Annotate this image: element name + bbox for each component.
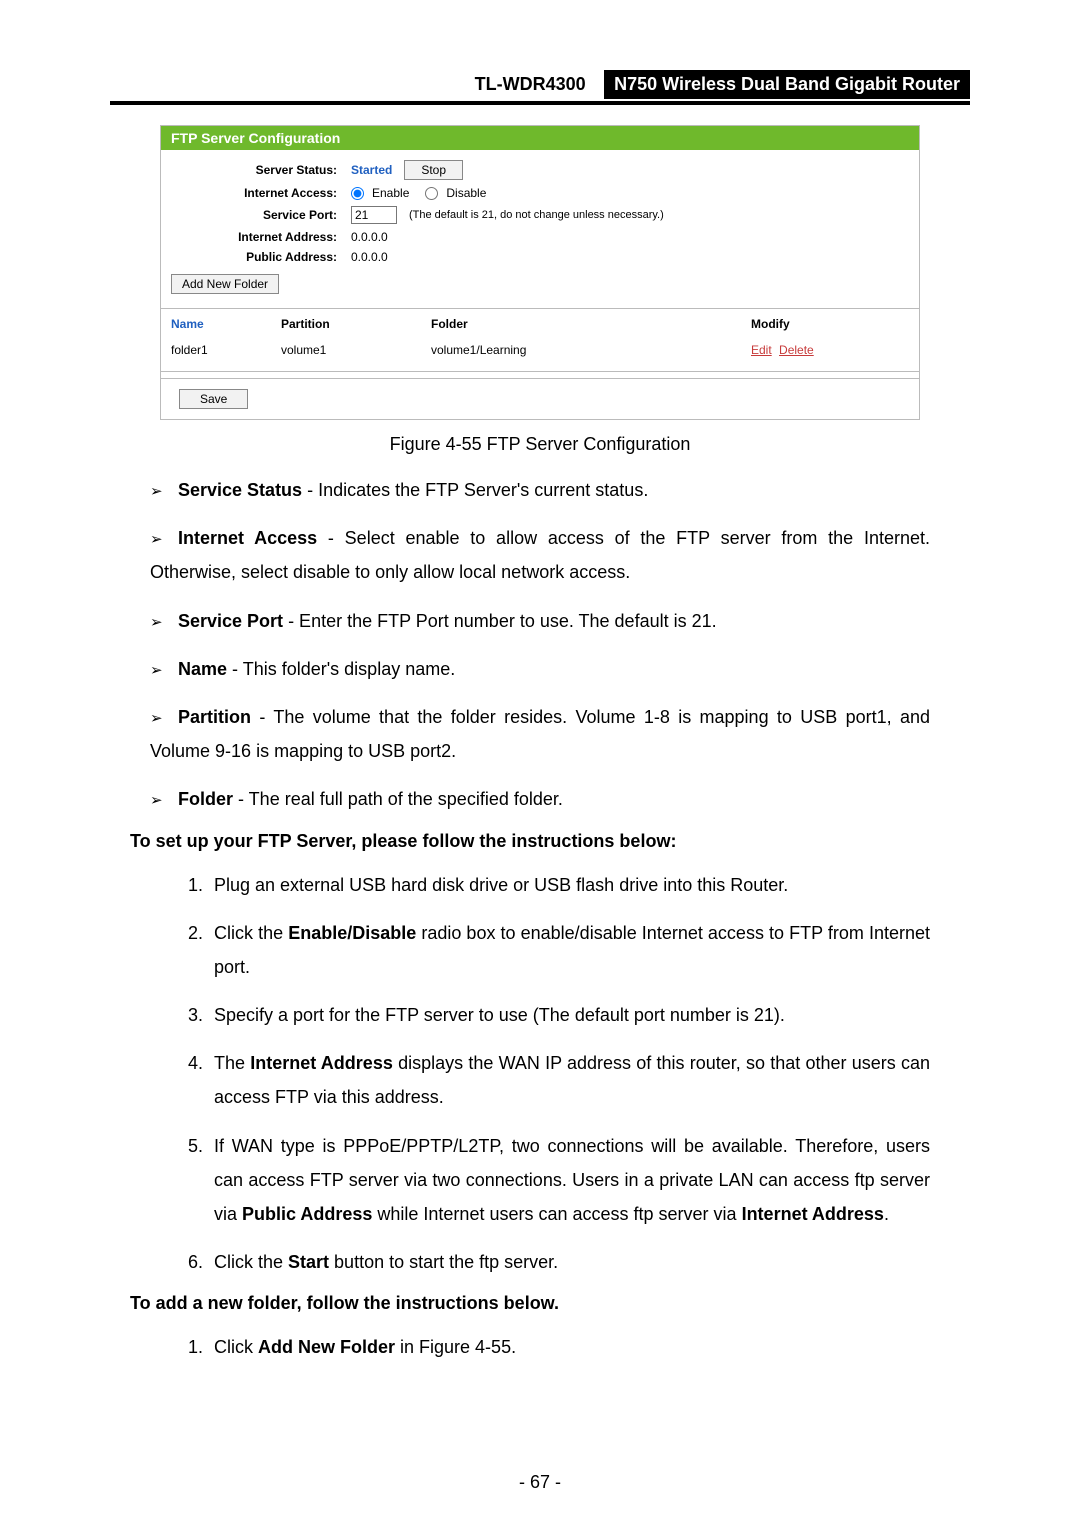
label-service-port: Service Port: [171, 208, 351, 222]
bullet-item: Service Port - Enter the FTP Port number… [150, 604, 930, 638]
th-name: Name [171, 317, 281, 331]
bullet-list: Service Status - Indicates the FTP Serve… [150, 473, 930, 817]
bullet-item: Service Status - Indicates the FTP Serve… [150, 473, 930, 507]
add-new-folder-button[interactable]: Add New Folder [171, 274, 279, 294]
td-name: folder1 [171, 343, 281, 357]
page-number: - 67 - [0, 1472, 1080, 1493]
internet-address-value: 0.0.0.0 [351, 230, 388, 244]
label-internet-address: Internet Address: [171, 230, 351, 244]
bullet-item: Name - This folder's display name. [150, 652, 930, 686]
list-item: The Internet Address displays the WAN IP… [208, 1046, 930, 1114]
steps1-list: Plug an external USB hard disk drive or … [150, 868, 930, 1280]
product-label: N750 Wireless Dual Band Gigabit Router [604, 70, 970, 99]
folder-table-header: Name Partition Folder Modify [171, 309, 901, 335]
figure-caption: Figure 4-55 FTP Server Configuration [110, 434, 970, 455]
th-modify: Modify [751, 317, 871, 331]
model-label: TL-WDR4300 [467, 70, 594, 99]
bullet-item: Folder - The real full path of the speci… [150, 782, 930, 816]
list-item: Specify a port for the FTP server to use… [208, 998, 930, 1032]
service-port-input[interactable] [351, 206, 397, 224]
save-button[interactable]: Save [179, 389, 248, 409]
list-item: Click Add New Folder in Figure 4-55. [208, 1330, 930, 1364]
ftp-config-panel: FTP Server Configuration Server Status: … [160, 125, 920, 420]
service-port-note: (The default is 21, do not change unless… [409, 209, 664, 221]
panel-title: FTP Server Configuration [161, 126, 919, 150]
td-partition: volume1 [281, 343, 431, 357]
bullet-item: Internet Access - Select enable to allow… [150, 521, 930, 589]
status-started: Started [351, 163, 392, 177]
list-item: Click the Start button to start the ftp … [208, 1245, 930, 1279]
delete-link[interactable]: Delete [779, 343, 814, 357]
radio-enable[interactable] [351, 187, 364, 200]
stop-button[interactable]: Stop [404, 160, 463, 180]
bullet-item: Partition - The volume that the folder r… [150, 700, 930, 768]
th-partition: Partition [281, 317, 431, 331]
radio-disable-label: Disable [446, 186, 486, 200]
edit-link[interactable]: Edit [751, 343, 772, 357]
section1-heading: To set up your FTP Server, please follow… [130, 831, 970, 852]
label-internet-access: Internet Access: [171, 186, 351, 200]
list-item: If WAN type is PPPoE/PPTP/L2TP, two conn… [208, 1129, 930, 1232]
doc-header: TL-WDR4300 N750 Wireless Dual Band Gigab… [110, 70, 970, 105]
section2-heading: To add a new folder, follow the instruct… [130, 1293, 970, 1314]
td-folder: volume1/Learning [431, 343, 751, 357]
label-public-address: Public Address: [171, 250, 351, 264]
radio-enable-label: Enable [372, 186, 409, 200]
list-item: Plug an external USB hard disk drive or … [208, 868, 930, 902]
th-folder: Folder [431, 317, 751, 331]
radio-disable[interactable] [425, 187, 438, 200]
label-server-status: Server Status: [171, 163, 351, 177]
list-item: Click the Enable/Disable radio box to en… [208, 916, 930, 984]
public-address-value: 0.0.0.0 [351, 250, 388, 264]
table-row: folder1 volume1 volume1/Learning Edit De… [171, 335, 901, 361]
steps2-list: Click Add New Folder in Figure 4-55. [150, 1330, 930, 1364]
